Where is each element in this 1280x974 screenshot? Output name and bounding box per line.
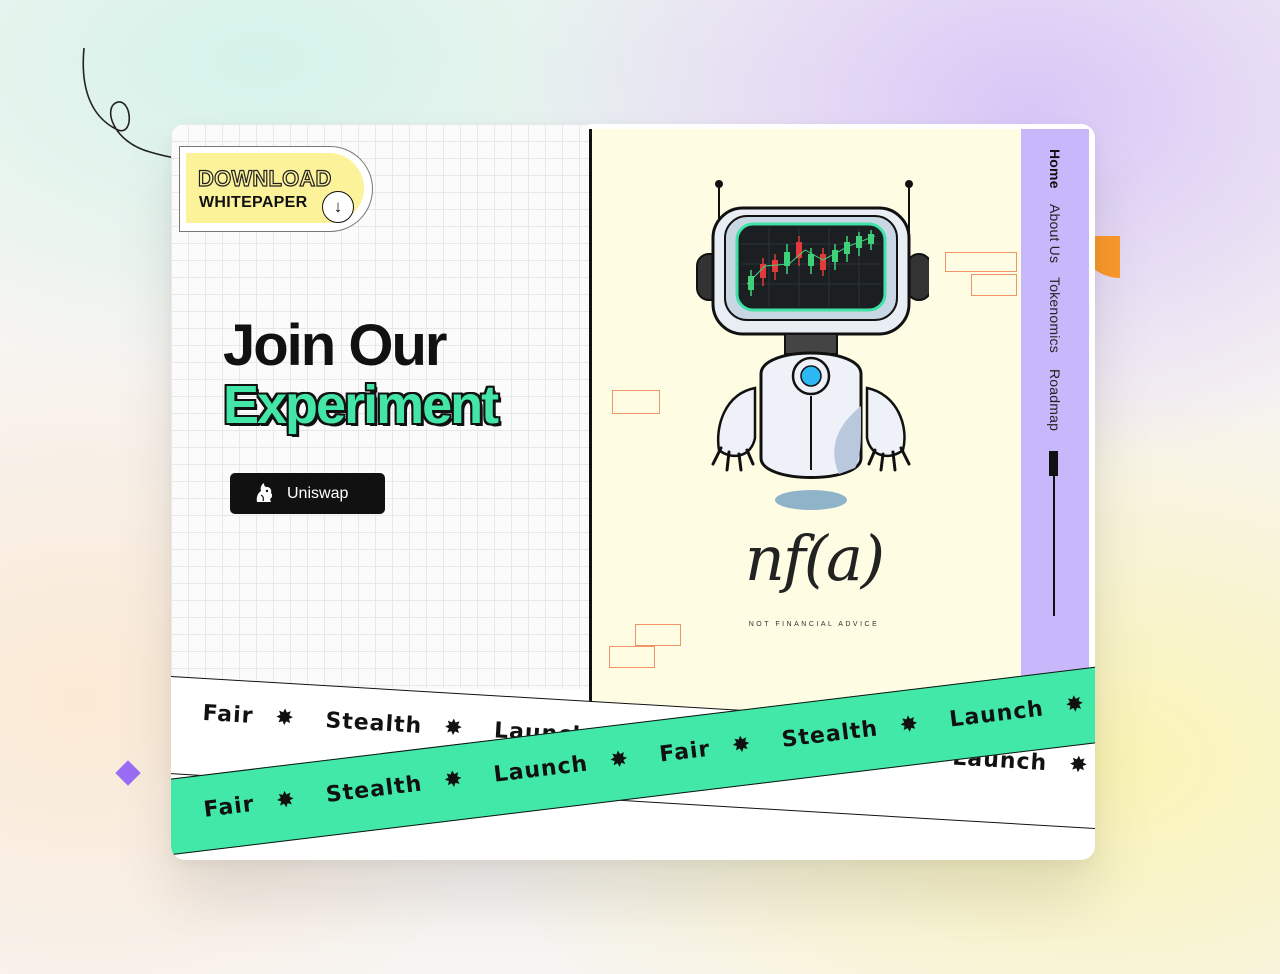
grid-hero-panel: DOWNLOAD WHITEPAPER ↓ Join Our Experimen…	[171, 124, 589, 689]
star-separator-icon: ✸	[1064, 691, 1086, 719]
deco-rectangle	[609, 646, 655, 668]
whitepaper-label: WHITEPAPER	[199, 194, 308, 211]
nav-item-home[interactable]: Home	[1047, 149, 1063, 189]
marquee-word: Fair	[201, 700, 255, 729]
marquee-word: Stealth	[780, 716, 880, 753]
download-arrow-icon: ↓	[322, 191, 354, 223]
hero-title-line1: Join Our	[223, 313, 447, 378]
nfa-subtitle: NOT FINANCIAL ADVICE	[748, 621, 880, 628]
deco-rectangle	[612, 390, 660, 414]
star-separator-icon: ✸	[442, 766, 464, 794]
marquee-word: Fair	[658, 736, 712, 768]
marquee-word: Fair	[202, 791, 257, 823]
nav-item-tokenomics[interactable]: Tokenomics	[1047, 277, 1063, 353]
download-button-fill: DOWNLOAD WHITEPAPER ↓	[186, 153, 364, 223]
robot-trader-illustration	[696, 180, 929, 510]
purple-diamond-decoration	[115, 760, 141, 786]
nav-scroll-track	[1053, 476, 1055, 616]
deco-rectangle	[971, 274, 1017, 296]
star-separator-icon: ✸	[274, 705, 295, 732]
nav-scroll-indicator	[1049, 451, 1058, 476]
marquee-word: Launch	[948, 696, 1046, 733]
uniswap-unicorn-icon	[256, 483, 273, 502]
star-separator-icon: ✸	[608, 746, 630, 774]
nfa-logo: nf(a)	[744, 522, 885, 595]
marquee-word: Stealth	[324, 771, 424, 808]
website-card: DOWNLOAD WHITEPAPER ↓ Join Our Experimen…	[171, 124, 1095, 860]
deco-rectangle	[635, 624, 681, 646]
vertical-navigation: Home About Us Tokenomics Roadmap	[1021, 129, 1089, 729]
nav-item-about-us[interactable]: About Us	[1047, 204, 1063, 263]
star-separator-icon: ✸	[898, 711, 920, 739]
star-separator-icon: ✸	[443, 715, 464, 742]
deco-rectangle	[945, 252, 1017, 272]
star-separator-icon: ✸	[1068, 752, 1089, 779]
nav-item-roadmap[interactable]: Roadmap	[1047, 369, 1063, 431]
star-separator-icon: ✸	[730, 731, 752, 759]
marquee-word: Stealth	[324, 708, 423, 739]
uniswap-button[interactable]: Uniswap	[230, 473, 385, 514]
star-separator-icon: ✸	[274, 786, 297, 815]
download-whitepaper-button[interactable]: DOWNLOAD WHITEPAPER ↓	[179, 146, 373, 232]
marquee-word: Launch	[492, 751, 590, 788]
hero-title-line2: Experiment	[223, 375, 499, 435]
uniswap-label: Uniswap	[287, 485, 349, 502]
download-label: DOWNLOAD	[197, 165, 332, 191]
